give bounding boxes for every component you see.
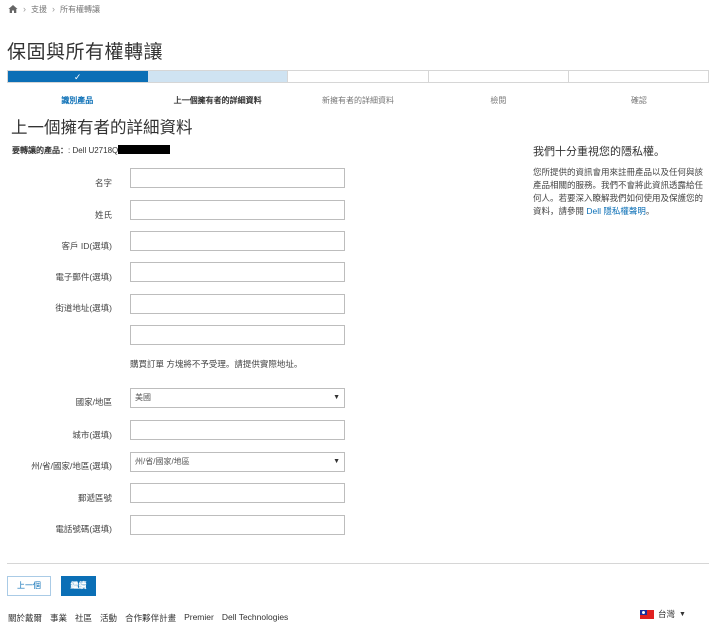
street-address-input-1[interactable] <box>130 294 345 314</box>
country-selector[interactable]: 台灣 ▼ <box>640 608 686 620</box>
privacy-policy-link[interactable]: Dell 隱私權聲明 <box>586 206 646 216</box>
footer-link-premier[interactable]: Premier <box>184 612 214 624</box>
step-review: 檢閱 <box>490 96 507 105</box>
last-name-label: 姓氏 <box>94 210 112 220</box>
step-new-owner: 新擁有者的詳細資料 <box>322 96 395 105</box>
street-address-input-2[interactable] <box>130 325 345 345</box>
back-button[interactable]: 上一個 <box>7 576 51 596</box>
privacy-title: 我們十分重視您的隱私權。 <box>533 146 665 158</box>
state-select[interactable]: 州/省/國家/地區 ▼ <box>130 452 345 472</box>
zip-label: 郵遞區號 <box>77 493 112 503</box>
privacy-text-end: 。 <box>645 206 655 216</box>
footer-link-careers[interactable]: 事業 <box>50 612 67 624</box>
divider <box>7 563 709 564</box>
progress-bar: ✓ <box>7 70 709 83</box>
customer-id-label: 客戶 ID(選填) <box>61 241 112 251</box>
phone-label: 電話號碼(選填) <box>55 524 112 534</box>
product-label: 要轉讓的產品： <box>12 146 68 155</box>
progress-segment-4 <box>428 71 569 82</box>
country-select-value: 美國 <box>135 393 151 402</box>
step-confirm: 確認 <box>630 96 647 105</box>
footer-link-dell-technologies[interactable]: Dell Technologies <box>222 612 288 624</box>
zip-input[interactable] <box>130 483 345 503</box>
customer-id-input[interactable] <box>130 231 345 251</box>
privacy-body: 您所提供的資訊會用來註冊產品以及任何與該產品相關的服務。我們不會將此資訊透露給任… <box>533 166 709 218</box>
taiwan-flag-icon <box>640 609 654 619</box>
progress-segment-1: ✓ <box>8 71 149 82</box>
breadcrumb-item-transfer: 所有權轉讓 <box>60 4 100 14</box>
phone-input[interactable] <box>130 515 345 535</box>
country-select[interactable]: 美國 ▼ <box>130 388 345 408</box>
country-label: 國家/地區 <box>75 397 112 407</box>
product-line: 要轉讓的產品：: Dell U2718Q <box>12 145 171 156</box>
page-title: 保固與所有權轉讓 <box>7 42 164 63</box>
home-icon[interactable] <box>8 4 18 14</box>
footer-link-events[interactable]: 活動 <box>100 612 117 624</box>
progress-segment-2 <box>148 71 289 82</box>
caret-down-icon: ▼ <box>679 610 686 618</box>
footer-link-about[interactable]: 關於戴爾 <box>8 612 42 624</box>
chevron-right-icon: › <box>23 4 26 14</box>
state-label: 州/省/國家/地區(選填) <box>31 461 112 471</box>
dropdown-arrow-icon: ▼ <box>333 458 340 465</box>
product-name: : Dell U2718Q <box>68 146 119 155</box>
progress-segment-3 <box>288 71 429 82</box>
checkmark-icon: ✓ <box>73 72 82 82</box>
city-label: 城市(選填) <box>72 430 112 440</box>
footer-link-partner[interactable]: 合作夥伴計畫 <box>125 612 176 624</box>
redacted-service-tag <box>118 145 171 154</box>
last-name-input[interactable] <box>130 200 345 220</box>
chevron-right-icon: › <box>52 4 55 14</box>
breadcrumb: › 支援 › 所有權轉讓 <box>8 3 100 15</box>
step-previous-owner: 上一個擁有者的詳細資料 <box>173 96 262 105</box>
street-address-label: 街道地址(選填) <box>55 303 112 313</box>
email-label: 電子郵件(選填) <box>55 272 112 282</box>
footer-links: 關於戴爾 事業 社區 活動 合作夥伴計畫 Premier Dell Techno… <box>8 612 288 624</box>
progress-segment-5 <box>568 71 709 82</box>
state-select-value: 州/省/國家/地區 <box>135 457 190 466</box>
first-name-label: 名字 <box>94 178 112 188</box>
breadcrumb-item-support[interactable]: 支援 <box>31 4 47 15</box>
footer-link-community[interactable]: 社區 <box>75 612 92 624</box>
country-selector-label: 台灣 <box>658 609 676 619</box>
step-identify-product[interactable]: 識別產品 <box>7 95 147 106</box>
section-title: 上一個擁有者的詳細資料 <box>11 119 193 137</box>
address-note: 購買訂單 方塊將不予受理。請提供實際地址。 <box>130 359 303 369</box>
city-input[interactable] <box>130 420 345 440</box>
progress-steps: 識別產品 上一個擁有者的詳細資料 新擁有者的詳細資料 檢閱 確認 <box>7 95 709 106</box>
continue-button[interactable]: 繼續 <box>61 576 96 596</box>
email-input[interactable] <box>130 262 345 282</box>
first-name-input[interactable] <box>130 168 345 188</box>
dropdown-arrow-icon: ▼ <box>333 394 340 401</box>
